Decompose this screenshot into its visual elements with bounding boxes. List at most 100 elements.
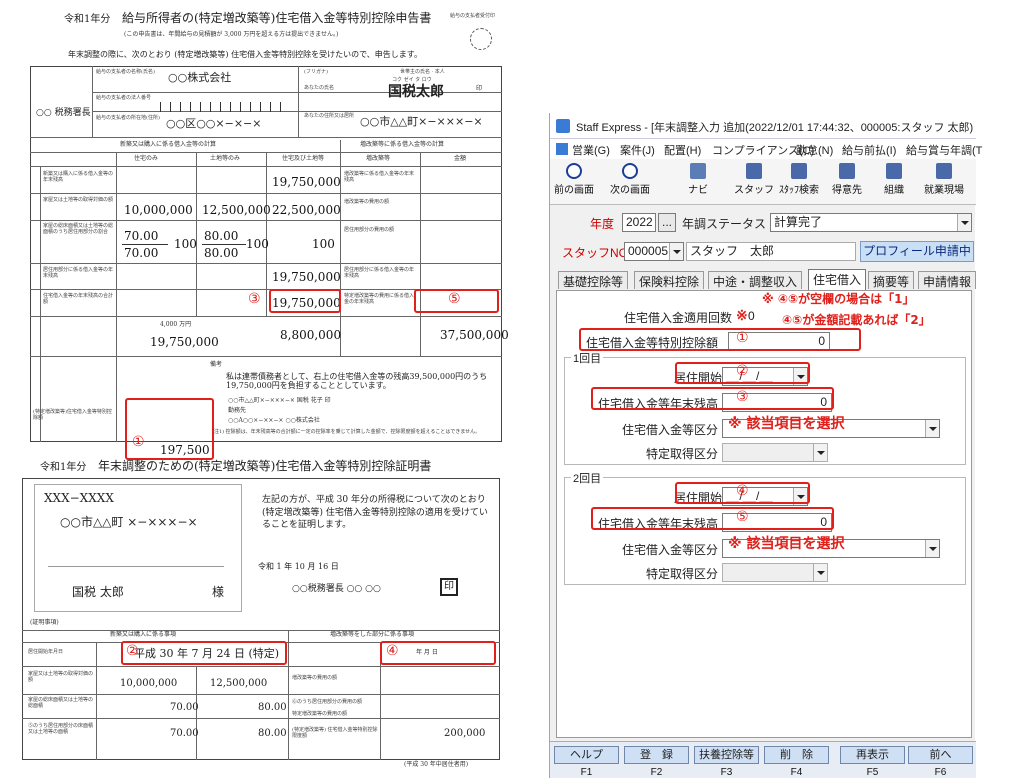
cert-footer: (平成 30 年中居住者用) — [404, 761, 469, 768]
cert-res-area-land: 80.00 — [258, 728, 287, 739]
menu-attendance[interactable]: 勤怠(N) — [796, 142, 833, 158]
form1-year: 令和1年分 — [64, 14, 111, 25]
fkey-previous[interactable]: 前へ F6 — [908, 746, 973, 778]
tab-remarks[interactable]: 摘要等 — [868, 271, 915, 289]
row-credit-label: (特定増改築等)住宅借入金等特別控除額 — [33, 409, 112, 421]
year-input[interactable]: 2022 — [622, 213, 656, 232]
window-title: Staff Express - [年末調整入力 追加(2022/12/01 17… — [576, 122, 974, 134]
count-value[interactable]: 0 — [748, 309, 755, 323]
fkey-register[interactable]: 登 録 F2 — [624, 746, 689, 778]
highlight-app-balance-1 — [591, 387, 834, 410]
cert-items-label: (証明事項) — [30, 619, 59, 626]
fkey-help[interactable]: ヘルプ F1 — [554, 746, 619, 778]
tab-housing-loan[interactable]: 住宅借入 — [808, 269, 867, 290]
renov-row2-label: 増改築等の費用の額 — [344, 199, 390, 205]
staff-button[interactable]: スタッフ — [734, 163, 774, 196]
tab-midyear-income[interactable]: 中途・調整収入 — [708, 271, 803, 289]
worksite-button[interactable]: 就業現場 — [918, 163, 970, 196]
toolbar: 前の画面 次の画面 ナビ スタッフ ｽﾀｯﾌ検索 得意先 組織 就業現場 — [550, 159, 976, 205]
cert-area-house: 70.00 — [170, 702, 199, 713]
staff-no-select[interactable]: 000005 — [624, 242, 684, 261]
limit-value: 4,000 万円 — [160, 321, 192, 328]
payer-name: ○○株式会社 — [168, 71, 232, 84]
special-select-1[interactable] — [722, 443, 828, 462]
marker-3: ③ — [248, 291, 261, 307]
tab-application-info[interactable]: 申請情報 — [918, 271, 977, 289]
cert-price-label: 家屋又は土地等の取得対価の額 — [28, 671, 94, 683]
chevron-down-icon — [813, 564, 827, 581]
cert-name: 国税 太郎 — [72, 585, 124, 599]
next-screen-button[interactable]: 次の画面 — [608, 163, 652, 196]
fkey-refresh[interactable]: 再表示 F5 — [840, 746, 905, 778]
row-price-label: 家屋又は土地等の取得対価の額 — [43, 197, 114, 203]
cert-section-renov: 増改築等をした部分に係る事項 — [330, 631, 415, 638]
tab-strip: 基礎控除等 保険料控除 中途・調整収入 住宅借入 摘要等 申請情報 — [558, 269, 977, 291]
fkey-delete[interactable]: 削 除 F4 — [764, 746, 829, 778]
annotation-select-2: ※ 該当項目を選択 — [728, 536, 845, 552]
cert-statement: 左記の方が、平成 30 年分の所得税について次のとおり (特定増改築等) 住宅借… — [262, 495, 488, 531]
applicant-seal: 印 — [476, 85, 483, 92]
menu-sales[interactable]: 営業(G) — [572, 142, 610, 158]
app-marker-4: ④ — [736, 483, 749, 499]
customer-button[interactable]: 得意先 — [828, 163, 866, 196]
app-marker-5: ⑤ — [736, 509, 749, 525]
highlight-app-credit — [579, 328, 861, 351]
tab-insurance[interactable]: 保険料控除 — [634, 271, 705, 289]
value-price-house: 10,000,000 — [124, 203, 193, 217]
staff-search-button[interactable]: ｽﾀｯﾌ検索 — [776, 163, 822, 196]
receipt-stamp-label: 給与の支払者受付印 — [450, 13, 496, 19]
cert-renov-cost-label: 増改築等の費用の額 — [292, 675, 338, 681]
remarks-text: 私は連帯債務者として、右上の住宅借入金等の残高39,500,000円のうち19,… — [226, 372, 488, 391]
app-marker-3: ③ — [736, 389, 749, 405]
status-label: 年調ステータス — [682, 217, 767, 231]
fkey-dependents[interactable]: 扶養控除等 F3 — [694, 746, 759, 778]
applicant-name: 国税太郎 — [388, 84, 444, 100]
menu-bar: 営業(G) 案件(J) 配置(H) コンプライアンス(C) 勤怠(N) 給与前払… — [550, 139, 982, 159]
app-marker-2: ② — [736, 363, 749, 379]
tab-basic-deductions[interactable]: 基礎控除等 — [558, 271, 629, 289]
cert-area-land: 80.00 — [258, 702, 287, 713]
navi-button[interactable]: ナビ — [680, 163, 716, 196]
cert-res-area-label: ⑤のうち居住用部分の床面積又は土地等の面積 — [28, 723, 94, 735]
status-select[interactable]: 計算完了 — [770, 213, 972, 232]
special-label-1: 特定取得区分 — [646, 447, 719, 461]
group-second-title: 2回目 — [571, 470, 604, 486]
staff-name-field: スタッフ 太郎 — [686, 242, 856, 261]
staff-no-label: スタッフNO — [562, 246, 629, 260]
section-new-purchase: 新築又は購入に係る借入金等の計算 — [120, 141, 217, 148]
col-renovation: 増改築等 — [366, 155, 391, 162]
year-picker-button[interactable]: ... — [658, 213, 676, 232]
value-price-total: 22,500,000 — [272, 203, 341, 217]
highlight-credit-amount — [125, 398, 214, 460]
group-first-title: 1回目 — [571, 350, 604, 366]
menu-projects[interactable]: 案件(J) — [620, 142, 655, 158]
app-marker-1: ① — [736, 330, 749, 346]
building-icon — [839, 163, 855, 179]
organization-button[interactable]: 組織 — [876, 163, 912, 196]
marker-1: ① — [132, 434, 145, 450]
prev-screen-button[interactable]: 前の画面 — [552, 163, 596, 196]
value-total-c: 37,500,000 — [440, 328, 509, 342]
col-land-only: 土地等のみ — [210, 155, 241, 162]
annotation-select-1: ※ 該当項目を選択 — [728, 416, 845, 432]
remarks-label: 備考 — [210, 361, 223, 368]
cert-date: 令和 1 年 10 月 16 日 — [258, 562, 339, 571]
payer-addr: ○○区○○×−×−× — [166, 117, 262, 130]
loan-type-label-2: 住宅借入金等区分 — [622, 543, 719, 557]
menu-payroll[interactable]: 給与賞与年調(T — [906, 142, 982, 158]
payer-name-label: 給与の支払者の名称(氏名) — [96, 69, 155, 75]
renov-row1-label: 増改築等に係る借入金等の年末残高 — [344, 171, 415, 183]
menu-assignment[interactable]: 配置(H) — [664, 142, 701, 158]
worksite-icon — [936, 163, 952, 179]
menu-advance-pay[interactable]: 給与前払(I) — [842, 142, 896, 158]
value-new-balance: 19,750,000 — [272, 175, 341, 189]
remarks-text4: ○○A○○×−××−× ○○株式会社 — [228, 417, 320, 424]
organization-icon — [886, 163, 902, 179]
cert-price-land: 12,500,000 — [210, 678, 268, 689]
chevron-down-icon — [813, 444, 827, 461]
profile-request-button[interactable]: プロフィール申請中 — [860, 241, 974, 262]
value-price-land: 12,500,000 — [202, 203, 271, 217]
cert-seal: 印 — [440, 578, 458, 596]
special-select-2[interactable] — [722, 563, 828, 582]
year-label: 年度 — [590, 217, 615, 231]
